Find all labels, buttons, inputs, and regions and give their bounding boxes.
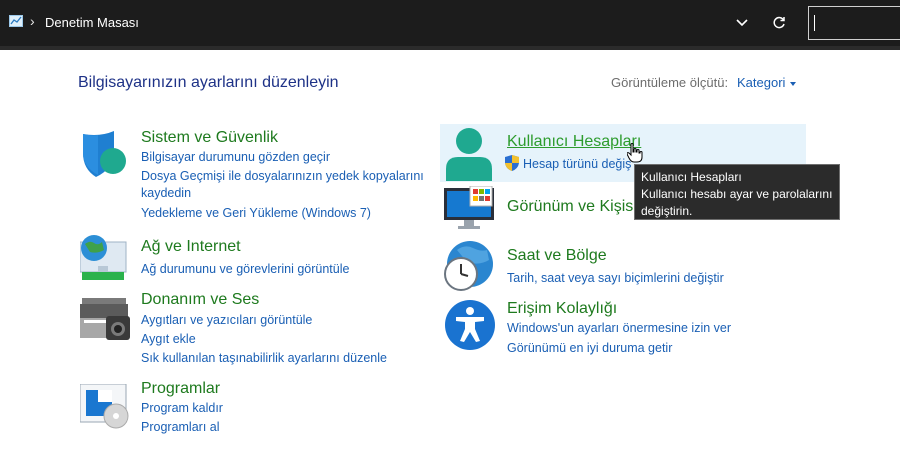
tooltip-line2: Kullanıcı hesabı ayar ve parolalarını — [641, 187, 833, 201]
tooltip: Kullanıcı Hesapları Kullanıcı hesabı aya… — [634, 164, 840, 220]
link-uninstall-program[interactable]: Program kaldır — [141, 401, 223, 415]
link-optimize-display[interactable]: Görünümü en iyi duruma getir — [507, 341, 672, 355]
link-file-history-cont[interactable]: kaydedin — [141, 186, 191, 200]
user-icon — [446, 128, 492, 181]
refresh-icon — [773, 16, 785, 29]
link-get-programs[interactable]: Programları al — [141, 420, 220, 434]
link-review-computer-status[interactable]: Bilgisayar durumunu gözden geçir — [141, 150, 330, 164]
link-date-time-format[interactable]: Tarih, saat veya sayı biçimlerini değişt… — [507, 271, 724, 285]
category-title-users[interactable]: Kullanıcı Hesapları — [507, 133, 641, 151]
link-windows-suggest[interactable]: Windows'un ayarları önermesine izin ver — [507, 321, 731, 335]
category-title-network[interactable]: Ağ ve Internet — [141, 238, 241, 256]
search-input[interactable] — [808, 6, 900, 40]
link-change-account-type[interactable]: Hesap türünü değiş — [523, 157, 631, 171]
link-file-history[interactable]: Dosya Geçmişi ile dosyalarınızın yedek k… — [141, 169, 424, 183]
view-by-dropdown[interactable]: Kategori — [737, 75, 797, 90]
category-title-programs[interactable]: Programlar — [141, 380, 220, 398]
link-mobility-settings[interactable]: Sık kullanılan taşınabilirlik ayarlarını… — [141, 351, 387, 365]
hand-cursor-icon — [627, 143, 643, 163]
category-title-ease[interactable]: Erişim Kolaylığı — [507, 300, 617, 318]
accessibility-icon — [445, 300, 495, 350]
programs-disc-icon — [80, 384, 129, 429]
printer-camera-icon — [80, 298, 130, 340]
category-title-system[interactable]: Sistem ve Güvenlik — [141, 129, 278, 147]
category-title-appearance[interactable]: Görünüm ve Kişis — [507, 198, 633, 216]
monitor-icon — [444, 186, 494, 229]
breadcrumb-control-panel[interactable]: Denetim Masası — [45, 15, 139, 30]
view-by-label: Görüntüleme ölçütü: — [611, 75, 729, 90]
category-title-clock[interactable]: Saat ve Bölge — [507, 247, 607, 265]
link-network-status[interactable]: Ağ durumunu ve görevlerini görüntüle — [141, 262, 349, 276]
refresh-button[interactable] — [768, 12, 790, 34]
dropdown-arrow-icon — [790, 81, 797, 86]
page-title: Bilgisayarınızın ayarlarını düzenleyin — [78, 74, 339, 91]
tooltip-title: Kullanıcı Hesapları — [641, 170, 742, 184]
control-panel-icon — [9, 15, 23, 27]
link-devices-printers[interactable]: Aygıtları ve yazıcıları görüntüle — [141, 313, 312, 327]
category-title-hardware[interactable]: Donanım ve Ses — [141, 291, 259, 309]
link-add-device[interactable]: Aygıt ekle — [141, 332, 196, 346]
view-by-value: Kategori — [737, 75, 786, 90]
uac-shield-icon — [505, 155, 519, 171]
history-dropdown-button[interactable] — [731, 12, 753, 34]
breadcrumb-separator: › — [30, 13, 35, 29]
globe-network-icon — [80, 235, 127, 280]
link-backup-restore[interactable]: Yedekleme ve Geri Yükleme (Windows 7) — [141, 206, 371, 220]
clock-globe-icon — [444, 241, 493, 291]
chevron-down-icon — [736, 19, 748, 27]
tooltip-line3: değiştirin. — [641, 204, 693, 218]
shield-icon — [83, 131, 126, 177]
address-bar: › Denetim Masası — [0, 0, 900, 46]
